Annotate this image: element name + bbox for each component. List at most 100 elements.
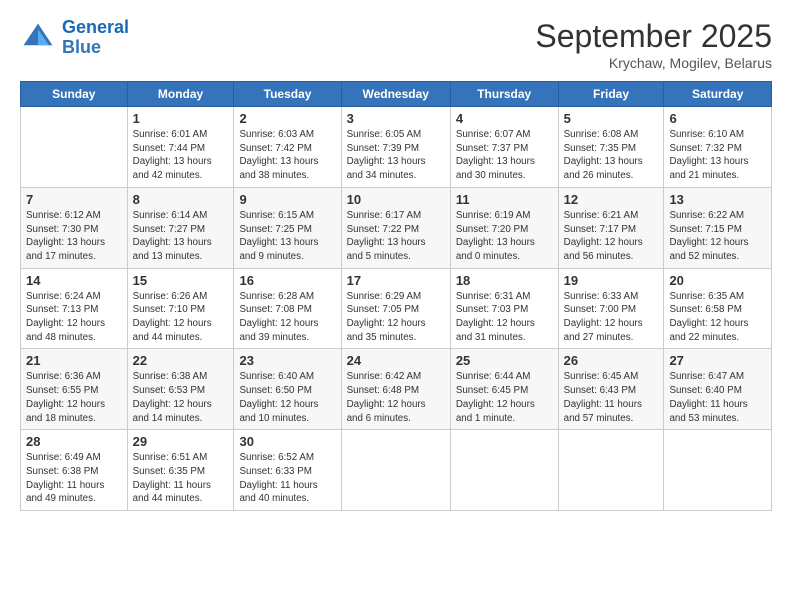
- logo: General Blue: [20, 18, 129, 58]
- title-block: September 2025 Krychaw, Mogilev, Belarus: [535, 18, 772, 71]
- calendar-cell: 18 Sunrise: 6:31 AM Sunset: 7:03 PM Dayli…: [450, 268, 558, 349]
- day-info: Sunrise: 6:19 AM Sunset: 7:20 PM Dayligh…: [456, 209, 553, 264]
- day-number: 29: [133, 434, 229, 449]
- day-number: 27: [669, 353, 766, 368]
- day-number: 22: [133, 353, 229, 368]
- day-number: 21: [26, 353, 122, 368]
- day-number: 3: [347, 111, 445, 126]
- calendar-cell: 22 Sunrise: 6:38 AM Sunset: 6:53 PM Dayli…: [127, 349, 234, 430]
- calendar-cell: [450, 430, 558, 511]
- day-header-wednesday: Wednesday: [341, 82, 450, 107]
- day-header-thursday: Thursday: [450, 82, 558, 107]
- logo-line2: Blue: [62, 38, 129, 58]
- calendar-cell: 8 Sunrise: 6:14 AM Sunset: 7:27 PM Daylig…: [127, 187, 234, 268]
- calendar-cell: 20 Sunrise: 6:35 AM Sunset: 6:58 PM Dayli…: [664, 268, 772, 349]
- calendar-cell: 7 Sunrise: 6:12 AM Sunset: 7:30 PM Daylig…: [21, 187, 128, 268]
- calendar-cell: 12Sunrise: 6:21 AM Sunset: 7:17 PM Dayli…: [558, 187, 664, 268]
- day-number: 20: [669, 273, 766, 288]
- calendar-cell: 23 Sunrise: 6:40 AM Sunset: 6:50 PM Dayli…: [234, 349, 341, 430]
- calendar-cell: 17 Sunrise: 6:29 AM Sunset: 7:05 PM Dayli…: [341, 268, 450, 349]
- day-info: Sunrise: 6:49 AM Sunset: 6:38 PM Dayligh…: [26, 451, 122, 506]
- day-info: Sunrise: 6:42 AM Sunset: 6:48 PM Dayligh…: [347, 370, 445, 425]
- location-subtitle: Krychaw, Mogilev, Belarus: [535, 55, 772, 71]
- logo-line1: General: [62, 17, 129, 37]
- day-number: 9: [239, 192, 335, 207]
- day-info: Sunrise: 6:47 AM Sunset: 6:40 PM Dayligh…: [669, 370, 766, 425]
- logo-icon: [20, 20, 56, 56]
- week-row-5: 28 Sunrise: 6:49 AM Sunset: 6:38 PM Dayli…: [21, 430, 772, 511]
- calendar-cell: 4 Sunrise: 6:07 AM Sunset: 7:37 PM Daylig…: [450, 107, 558, 188]
- day-info: Sunrise: 6:40 AM Sunset: 6:50 PM Dayligh…: [239, 370, 335, 425]
- day-number: 30: [239, 434, 335, 449]
- day-number: 15: [133, 273, 229, 288]
- calendar-cell: 13Sunrise: 6:22 AM Sunset: 7:15 PM Dayli…: [664, 187, 772, 268]
- calendar-cell: 14 Sunrise: 6:24 AM Sunset: 7:13 PM Dayli…: [21, 268, 128, 349]
- calendar-cell: 10 Sunrise: 6:17 AM Sunset: 7:22 PM Dayli…: [341, 187, 450, 268]
- header-row: SundayMondayTuesdayWednesdayThursdayFrid…: [21, 82, 772, 107]
- day-info: Sunrise: 6:24 AM Sunset: 7:13 PM Dayligh…: [26, 290, 122, 345]
- calendar-cell: 21Sunrise: 6:36 AM Sunset: 6:55 PM Dayli…: [21, 349, 128, 430]
- day-header-monday: Monday: [127, 82, 234, 107]
- day-number: 4: [456, 111, 553, 126]
- day-info: Sunrise: 6:07 AM Sunset: 7:37 PM Dayligh…: [456, 128, 553, 183]
- day-number: 26: [564, 353, 659, 368]
- day-info: Sunrise: 6:38 AM Sunset: 6:53 PM Dayligh…: [133, 370, 229, 425]
- day-number: 23: [239, 353, 335, 368]
- day-info: Sunrise: 6:17 AM Sunset: 7:22 PM Dayligh…: [347, 209, 445, 264]
- calendar-cell: 9 Sunrise: 6:15 AM Sunset: 7:25 PM Daylig…: [234, 187, 341, 268]
- calendar-cell: 26Sunrise: 6:45 AM Sunset: 6:43 PM Dayli…: [558, 349, 664, 430]
- calendar-cell: 1Sunrise: 6:01 AM Sunset: 7:44 PM Daylig…: [127, 107, 234, 188]
- day-number: 11: [456, 192, 553, 207]
- day-header-sunday: Sunday: [21, 82, 128, 107]
- day-info: Sunrise: 6:14 AM Sunset: 7:27 PM Dayligh…: [133, 209, 229, 264]
- day-number: 25: [456, 353, 553, 368]
- day-info: Sunrise: 6:05 AM Sunset: 7:39 PM Dayligh…: [347, 128, 445, 183]
- day-header-friday: Friday: [558, 82, 664, 107]
- day-info: Sunrise: 6:33 AM Sunset: 7:00 PM Dayligh…: [564, 290, 659, 345]
- day-info: Sunrise: 6:28 AM Sunset: 7:08 PM Dayligh…: [239, 290, 335, 345]
- day-info: Sunrise: 6:31 AM Sunset: 7:03 PM Dayligh…: [456, 290, 553, 345]
- day-info: Sunrise: 6:22 AM Sunset: 7:15 PM Dayligh…: [669, 209, 766, 264]
- day-info: Sunrise: 6:26 AM Sunset: 7:10 PM Dayligh…: [133, 290, 229, 345]
- calendar-cell: 29Sunrise: 6:51 AM Sunset: 6:35 PM Dayli…: [127, 430, 234, 511]
- day-info: Sunrise: 6:08 AM Sunset: 7:35 PM Dayligh…: [564, 128, 659, 183]
- day-info: Sunrise: 6:35 AM Sunset: 6:58 PM Dayligh…: [669, 290, 766, 345]
- calendar-table: SundayMondayTuesdayWednesdayThursdayFrid…: [20, 81, 772, 511]
- day-info: Sunrise: 6:03 AM Sunset: 7:42 PM Dayligh…: [239, 128, 335, 183]
- header: General Blue September 2025 Krychaw, Mog…: [20, 18, 772, 71]
- day-number: 18: [456, 273, 553, 288]
- calendar-cell: 30 Sunrise: 6:52 AM Sunset: 6:33 PM Dayli…: [234, 430, 341, 511]
- day-number: 7: [26, 192, 122, 207]
- calendar-cell: 11 Sunrise: 6:19 AM Sunset: 7:20 PM Dayli…: [450, 187, 558, 268]
- day-number: 10: [347, 192, 445, 207]
- day-info: Sunrise: 6:29 AM Sunset: 7:05 PM Dayligh…: [347, 290, 445, 345]
- week-row-2: 7 Sunrise: 6:12 AM Sunset: 7:30 PM Daylig…: [21, 187, 772, 268]
- week-row-1: 1Sunrise: 6:01 AM Sunset: 7:44 PM Daylig…: [21, 107, 772, 188]
- day-info: Sunrise: 6:52 AM Sunset: 6:33 PM Dayligh…: [239, 451, 335, 506]
- calendar-cell: 15 Sunrise: 6:26 AM Sunset: 7:10 PM Dayli…: [127, 268, 234, 349]
- day-number: 17: [347, 273, 445, 288]
- calendar-cell: 3 Sunrise: 6:05 AM Sunset: 7:39 PM Daylig…: [341, 107, 450, 188]
- calendar-cell: 16Sunrise: 6:28 AM Sunset: 7:08 PM Dayli…: [234, 268, 341, 349]
- calendar-cell: [21, 107, 128, 188]
- month-title: September 2025: [535, 18, 772, 55]
- day-number: 14: [26, 273, 122, 288]
- day-info: Sunrise: 6:12 AM Sunset: 7:30 PM Dayligh…: [26, 209, 122, 264]
- week-row-3: 14 Sunrise: 6:24 AM Sunset: 7:13 PM Dayli…: [21, 268, 772, 349]
- calendar-cell: [341, 430, 450, 511]
- day-info: Sunrise: 6:10 AM Sunset: 7:32 PM Dayligh…: [669, 128, 766, 183]
- calendar-cell: 25Sunrise: 6:44 AM Sunset: 6:45 PM Dayli…: [450, 349, 558, 430]
- day-info: Sunrise: 6:01 AM Sunset: 7:44 PM Dayligh…: [133, 128, 229, 183]
- calendar-cell: [664, 430, 772, 511]
- day-number: 5: [564, 111, 659, 126]
- page: General Blue September 2025 Krychaw, Mog…: [0, 0, 792, 612]
- day-number: 6: [669, 111, 766, 126]
- day-number: 8: [133, 192, 229, 207]
- day-info: Sunrise: 6:21 AM Sunset: 7:17 PM Dayligh…: [564, 209, 659, 264]
- logo-text: General Blue: [62, 18, 129, 58]
- day-info: Sunrise: 6:15 AM Sunset: 7:25 PM Dayligh…: [239, 209, 335, 264]
- day-number: 28: [26, 434, 122, 449]
- calendar-cell: [558, 430, 664, 511]
- day-number: 19: [564, 273, 659, 288]
- calendar-cell: 5 Sunrise: 6:08 AM Sunset: 7:35 PM Daylig…: [558, 107, 664, 188]
